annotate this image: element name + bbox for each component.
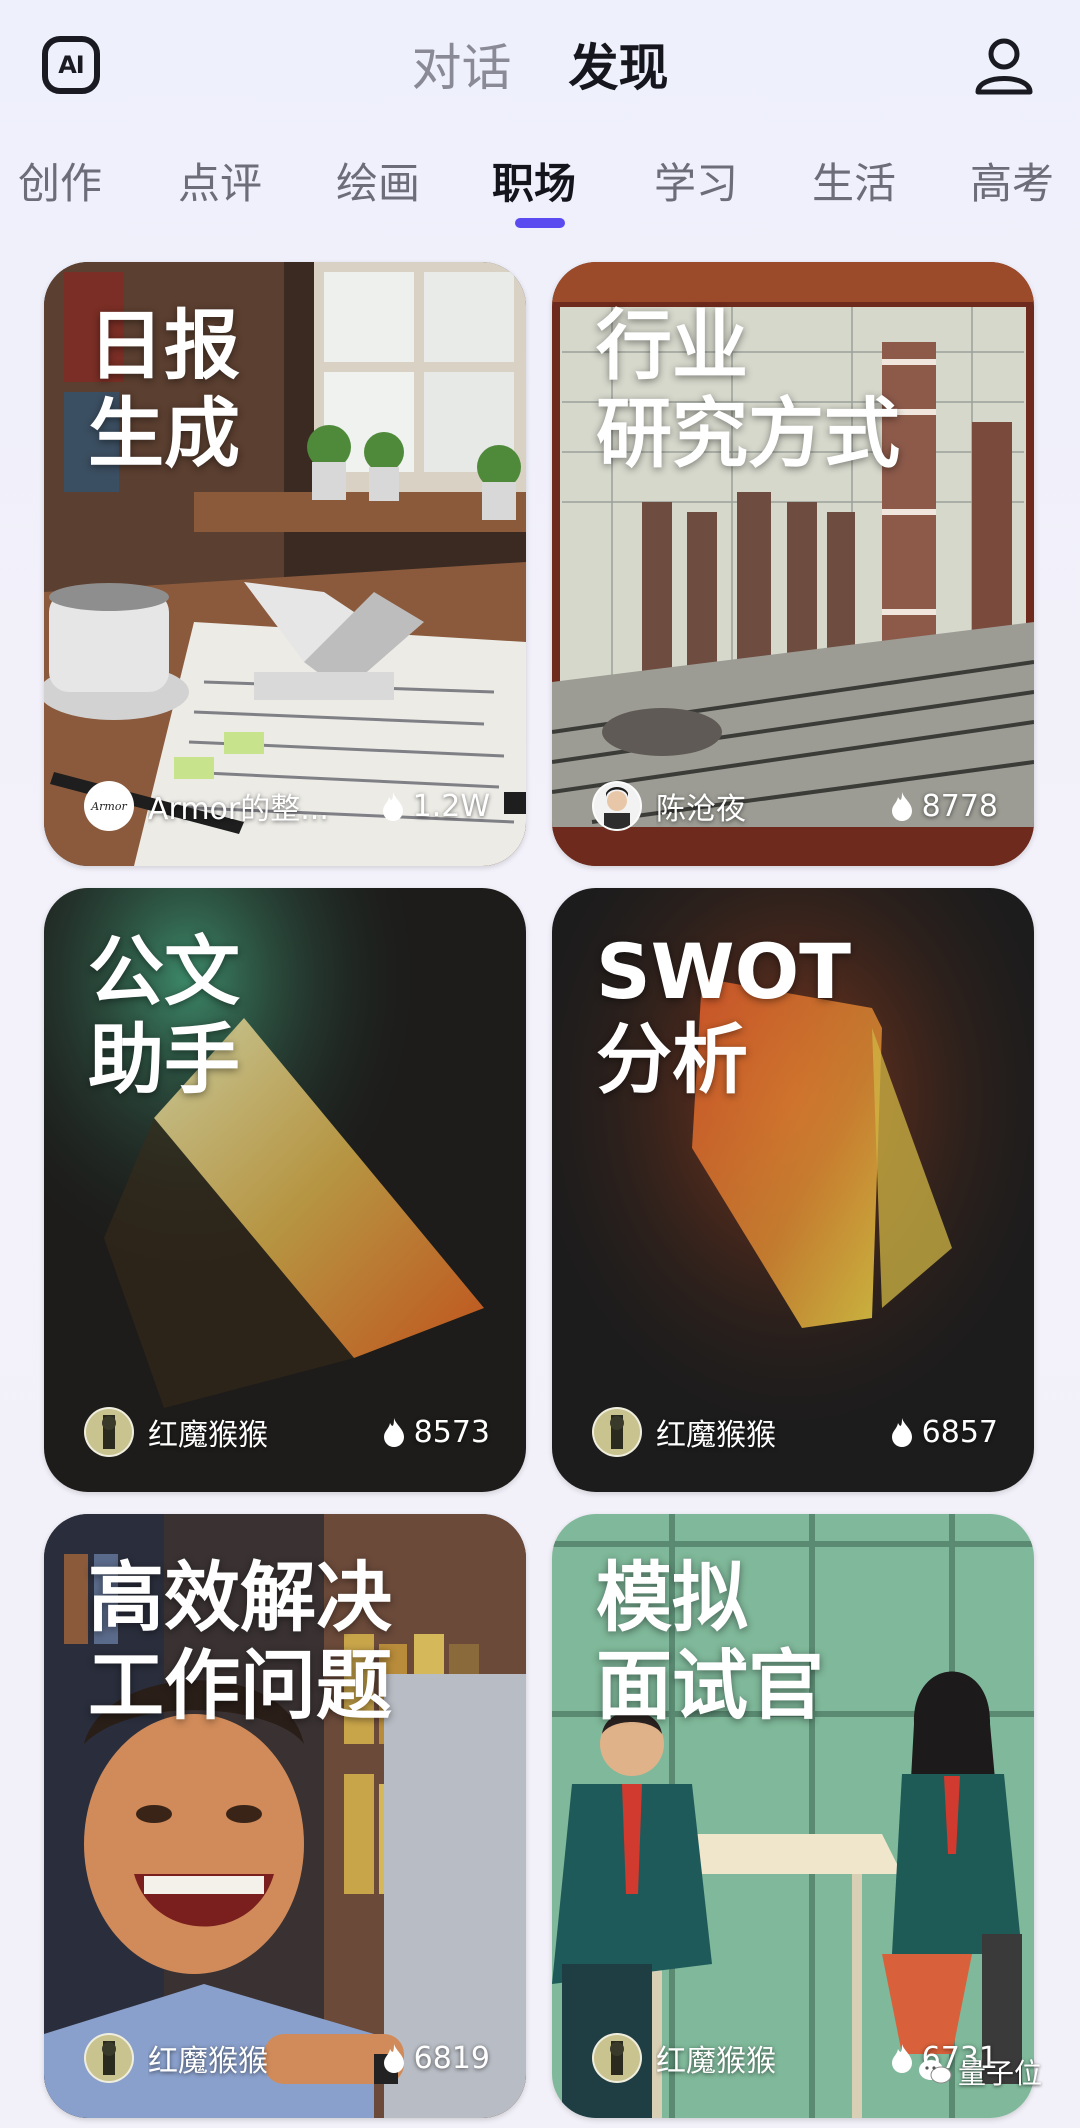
- avatar[interactable]: [592, 1407, 642, 1457]
- card-mock-interviewer[interactable]: 模拟 面试官 红魔猴猴 6731: [552, 1514, 1034, 2118]
- card-title: 行业 研究方式: [596, 301, 900, 478]
- flame-icon: [891, 2044, 912, 2073]
- card-footer: 红魔猴猴 8573: [84, 1406, 490, 1458]
- category-painting[interactable]: 绘画: [336, 150, 420, 211]
- main-tabs: 对话 发现: [0, 28, 1080, 100]
- card-footer: 红魔猴猴 6819: [84, 2032, 490, 2084]
- card-title: 高效解决 工作问题: [88, 1553, 392, 1730]
- avatar[interactable]: [592, 781, 642, 831]
- category-life[interactable]: 生活: [812, 150, 896, 211]
- heat-count: 8778: [890, 789, 998, 824]
- flame-icon: [383, 1418, 404, 1447]
- category-review[interactable]: 点评: [178, 150, 262, 211]
- heat-value: 6857: [921, 1414, 998, 1450]
- category-gaokao[interactable]: 高考: [970, 150, 1054, 211]
- wechat-icon: [919, 2060, 952, 2084]
- card-title: SWOT 分析: [596, 927, 852, 1104]
- flame-icon: [891, 792, 912, 821]
- card-footer: Armor Armor的整... 1.2W: [84, 780, 490, 832]
- card-solve-work-problems[interactable]: 高效解决 工作问题 红魔猴猴 6819: [44, 1514, 526, 2118]
- heat-value: 1.2W: [412, 788, 490, 824]
- category-study[interactable]: 学习: [654, 150, 738, 211]
- author-name[interactable]: Armor的整...: [148, 784, 368, 828]
- watermark: 量子位: [918, 2052, 1042, 2092]
- flame-icon: [383, 2044, 404, 2073]
- card-footer: 红魔猴猴 6857: [592, 1406, 998, 1458]
- top-bar: AI 对话 发现: [0, 0, 1080, 140]
- tab-discover[interactable]: 发现: [569, 28, 669, 100]
- heat-count: 1.2W: [381, 789, 490, 824]
- heat-value: 6819: [413, 2040, 490, 2076]
- card-document-assistant[interactable]: 公文 助手 红魔猴猴 8573: [44, 888, 526, 1492]
- author-name[interactable]: 陈沧夜: [656, 784, 876, 828]
- tab-chat[interactable]: 对话: [411, 28, 511, 100]
- avatar[interactable]: [84, 2033, 134, 2083]
- avatar-logo-text: Armor: [91, 799, 127, 813]
- card-industry-research[interactable]: 行业 研究方式 陈沧夜 8778: [552, 262, 1034, 866]
- avatar[interactable]: [592, 2033, 642, 2083]
- card-title: 公文 助手: [88, 927, 240, 1104]
- watermark-text: 量子位: [958, 2057, 1043, 2090]
- author-name[interactable]: 红魔猴猴: [148, 1410, 368, 1454]
- card-footer: 陈沧夜 8778: [592, 780, 998, 832]
- avatar[interactable]: [84, 1407, 134, 1457]
- category-workplace[interactable]: 职场: [492, 150, 576, 211]
- user-icon[interactable]: [972, 34, 1036, 98]
- heat-count: 6819: [382, 2041, 490, 2076]
- heat-count: 6857: [890, 1415, 998, 1450]
- author-name[interactable]: 红魔猴猴: [148, 2036, 368, 2080]
- card-swot-analysis[interactable]: SWOT 分析 红魔猴猴 6857: [552, 888, 1034, 1492]
- flame-icon: [891, 1418, 912, 1447]
- heat-value: 8573: [413, 1414, 490, 1450]
- heat-count: 8573: [382, 1415, 490, 1450]
- flame-icon: [382, 792, 403, 821]
- heat-value: 8778: [921, 788, 998, 824]
- card-daily-report[interactable]: 日报 生成 Armor Armor的整... 1.2W: [44, 262, 526, 866]
- card-title: 模拟 面试官: [596, 1553, 824, 1730]
- author-name[interactable]: 红魔猴猴: [656, 2036, 876, 2080]
- card-title: 日报 生成: [88, 301, 240, 478]
- category-create[interactable]: 创作: [18, 150, 102, 211]
- active-category-indicator: [515, 218, 565, 228]
- avatar[interactable]: Armor: [84, 781, 134, 831]
- author-name[interactable]: 红魔猴猴: [656, 1410, 876, 1454]
